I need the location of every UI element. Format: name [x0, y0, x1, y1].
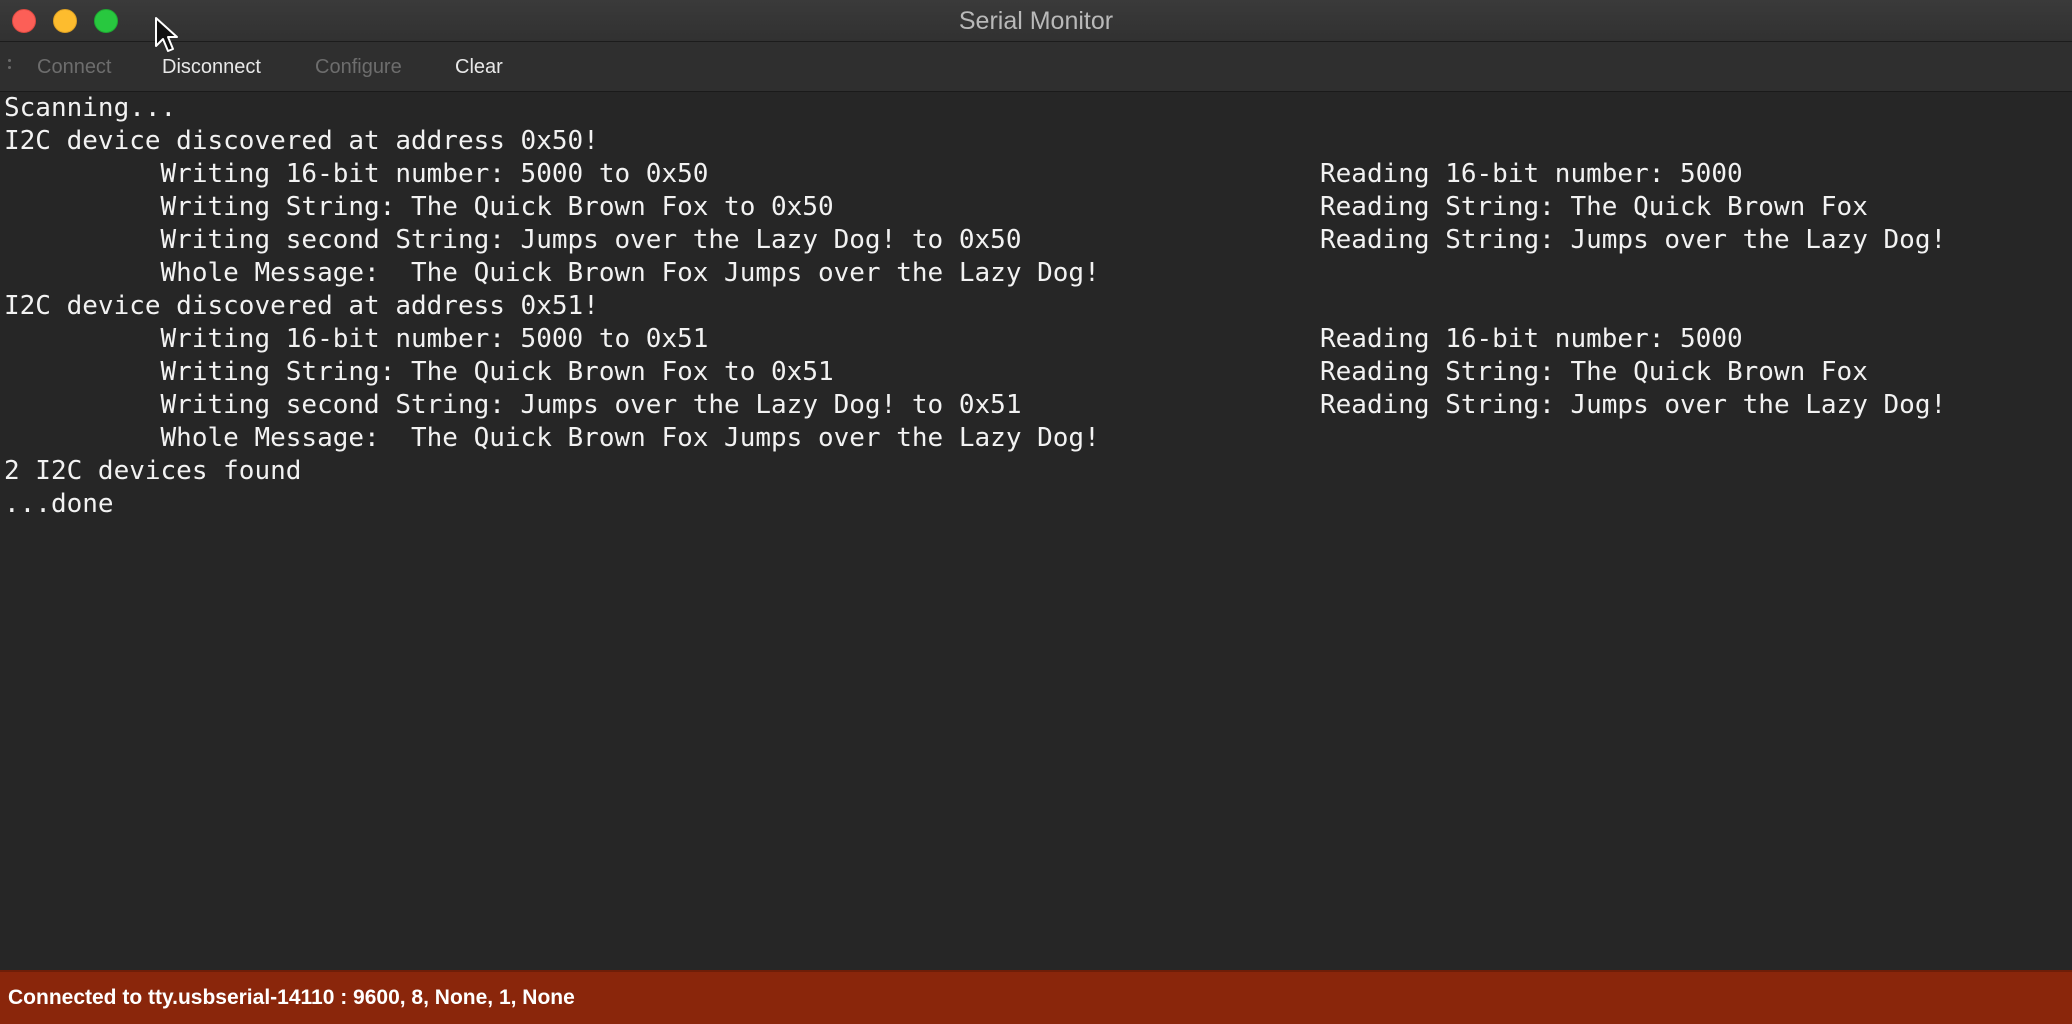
title-bar: Serial Monitor	[0, 0, 2072, 42]
console-line-reading: Reading String: Jumps over the Lazy Dog!	[1320, 390, 1947, 420]
mouse-pointer-icon	[155, 17, 178, 52]
status-bar: Connected to tty.usbserial-14110 : 9600,…	[0, 970, 2072, 1024]
console-line: Whole Message: The Quick Brown Fox Jumps…	[4, 258, 1100, 288]
connect-button[interactable]: Connect	[37, 42, 112, 92]
console-line: Writing 16-bit number: 5000 to 0x50	[4, 159, 709, 189]
console-line: I2C device discovered at address 0x51!	[4, 291, 599, 321]
console-line: ...done	[4, 489, 114, 519]
configure-button[interactable]: Configure	[315, 42, 402, 92]
console-line-reading: Reading String: The Quick Brown Fox	[1320, 192, 1868, 222]
console-line: Writing String: The Quick Brown Fox to 0…	[4, 357, 834, 387]
console-line-reading: Reading 16-bit number: 5000	[1320, 324, 1743, 354]
window-title: Serial Monitor	[958, 7, 1114, 35]
console-line: Scanning...	[4, 93, 177, 123]
console-line-reading: Reading String: Jumps over the Lazy Dog!	[1320, 225, 1947, 255]
serial-output-console[interactable]: Scanning... I2C device discovered at add…	[0, 92, 2072, 970]
console-line: Writing String: The Quick Brown Fox to 0…	[4, 192, 834, 222]
console-line: Writing second String: Jumps over the La…	[4, 225, 1022, 255]
console-line-reading: Reading 16-bit number: 5000	[1320, 159, 1743, 189]
console-line: I2C device discovered at address 0x50!	[4, 126, 599, 156]
console-line: Writing second String: Jumps over the La…	[4, 390, 1022, 420]
console-line-reading: Reading String: The Quick Brown Fox	[1320, 357, 1868, 387]
toolbar: Connect Disconnect Configure Clear	[0, 42, 2072, 92]
connection-status-text: Connected to tty.usbserial-14110 : 9600,…	[8, 986, 575, 1009]
clear-button[interactable]: Clear	[455, 42, 503, 92]
console-line: Writing 16-bit number: 5000 to 0x51	[4, 324, 709, 354]
console-line: Whole Message: The Quick Brown Fox Jumps…	[4, 423, 1100, 453]
toolbar-grip-icon	[8, 59, 12, 75]
console-line: 2 I2C devices found	[4, 456, 302, 486]
